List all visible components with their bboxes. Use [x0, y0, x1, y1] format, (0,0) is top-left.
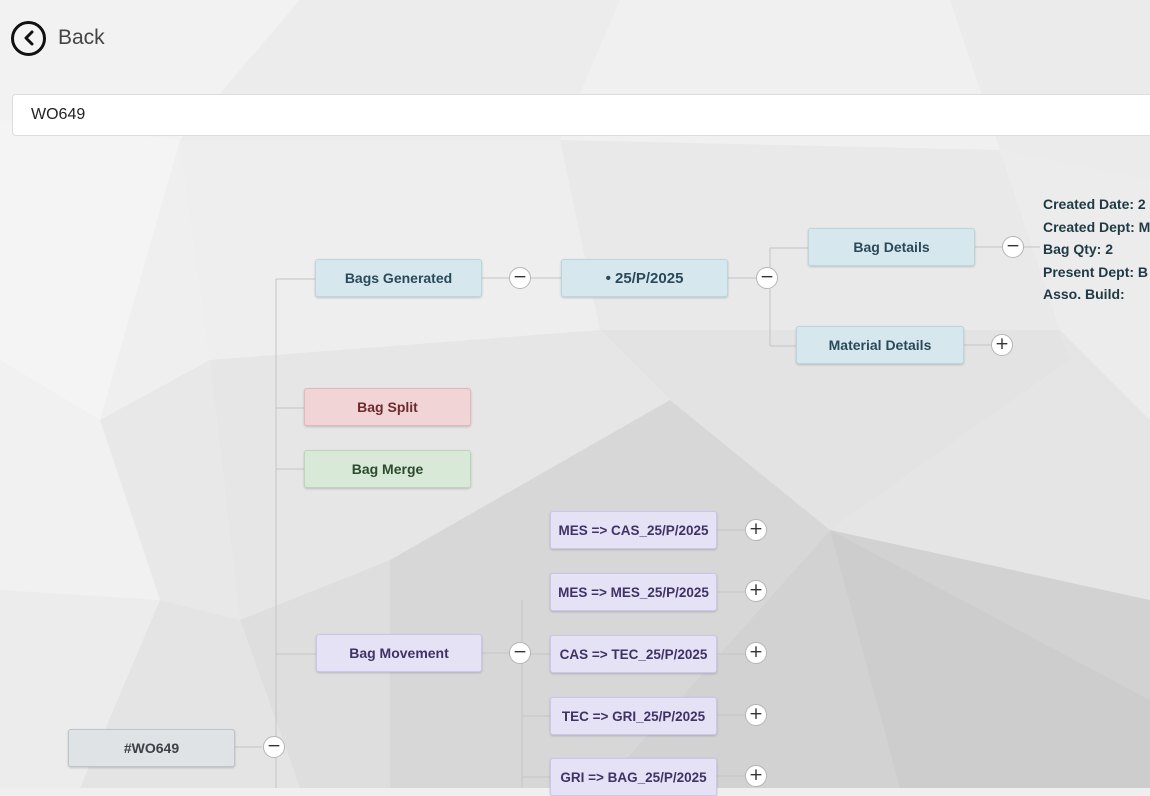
- bag-movement-label: Bag Movement: [349, 645, 449, 661]
- movement-item-label: TEC => GRI_25/P/2025: [561, 708, 706, 724]
- bag-movement-node[interactable]: Bag Movement: [316, 634, 482, 672]
- movement-item-label: MES => MES_25/P/2025: [558, 584, 709, 600]
- minus-icon: −: [1005, 236, 1021, 256]
- material-details-label: Material Details: [828, 337, 932, 353]
- created-date-text: Created Date: 2: [1043, 196, 1146, 212]
- movement-item-label: MES => CAS_25/P/2025: [558, 522, 709, 538]
- root-node[interactable]: #WO649: [68, 729, 235, 767]
- bag-details-collapse-button[interactable]: −: [1002, 236, 1024, 258]
- minus-icon: −: [512, 267, 528, 287]
- movement-item-label: CAS => TEC_25/P/2025: [559, 646, 708, 662]
- bag-split-label: Bag Split: [357, 399, 418, 415]
- back-button[interactable]: Back: [11, 17, 105, 59]
- bag-merge-node[interactable]: Bag Merge: [304, 450, 471, 488]
- movement-item-expand-button[interactable]: +: [745, 642, 767, 664]
- asso-build-text: Asso. Build:: [1043, 286, 1125, 302]
- created-dept-text: Created Dept: M: [1043, 218, 1150, 235]
- present-dept-text: Present Dept: B: [1043, 263, 1149, 280]
- movement-item[interactable]: MES => MES_25/P/2025: [550, 573, 717, 611]
- minus-icon: −: [266, 736, 282, 756]
- minus-icon: −: [512, 642, 528, 662]
- bags-generated-node[interactable]: Bags Generated: [315, 259, 482, 297]
- plus-icon: +: [748, 642, 764, 662]
- movement-item-label: GRI => BAG_25/P/2025: [560, 769, 707, 785]
- bag-movement-collapse-button[interactable]: −: [509, 642, 531, 664]
- movement-item-expand-button[interactable]: +: [745, 580, 767, 602]
- bag-id-node[interactable]: • 25/P/2025: [561, 259, 728, 297]
- bag-split-node[interactable]: Bag Split: [304, 388, 471, 426]
- movement-item[interactable]: CAS => TEC_25/P/2025: [550, 635, 717, 673]
- plus-icon: +: [748, 519, 764, 539]
- movement-item[interactable]: TEC => GRI_25/P/2025: [550, 697, 717, 735]
- back-label: Back: [58, 26, 105, 49]
- plus-icon: +: [994, 334, 1010, 354]
- movement-item-expand-button[interactable]: +: [745, 765, 767, 787]
- bag-details-panel: Created Date: 2 Created Dept: M Bag Qty:…: [1043, 193, 1150, 306]
- root-collapse-button[interactable]: −: [263, 736, 285, 758]
- bags-generated-collapse-button[interactable]: −: [509, 267, 531, 289]
- back-arrow-icon: [11, 20, 46, 56]
- material-details-expand-button[interactable]: +: [991, 334, 1013, 356]
- bags-generated-label: Bags Generated: [344, 270, 453, 286]
- bag-details-node[interactable]: Bag Details: [808, 228, 975, 266]
- movement-item-expand-button[interactable]: +: [745, 519, 767, 541]
- plus-icon: +: [748, 704, 764, 724]
- bag-id-collapse-button[interactable]: −: [756, 267, 778, 289]
- bag-id-label: • 25/P/2025: [605, 269, 684, 287]
- movement-item[interactable]: GRI => BAG_25/P/2025: [550, 758, 717, 796]
- movement-item-expand-button[interactable]: +: [745, 704, 767, 726]
- minus-icon: −: [759, 267, 775, 287]
- movement-item[interactable]: MES => CAS_25/P/2025: [550, 511, 717, 549]
- material-details-node[interactable]: Material Details: [796, 326, 964, 364]
- bag-qty-text: Bag Qty: 2: [1043, 241, 1114, 257]
- root-node-label: #WO649: [123, 740, 180, 756]
- bag-details-label: Bag Details: [853, 239, 930, 255]
- plus-icon: +: [748, 580, 764, 600]
- plus-icon: +: [748, 765, 764, 785]
- work-order-search-input[interactable]: [12, 94, 1150, 136]
- bag-merge-label: Bag Merge: [351, 461, 424, 477]
